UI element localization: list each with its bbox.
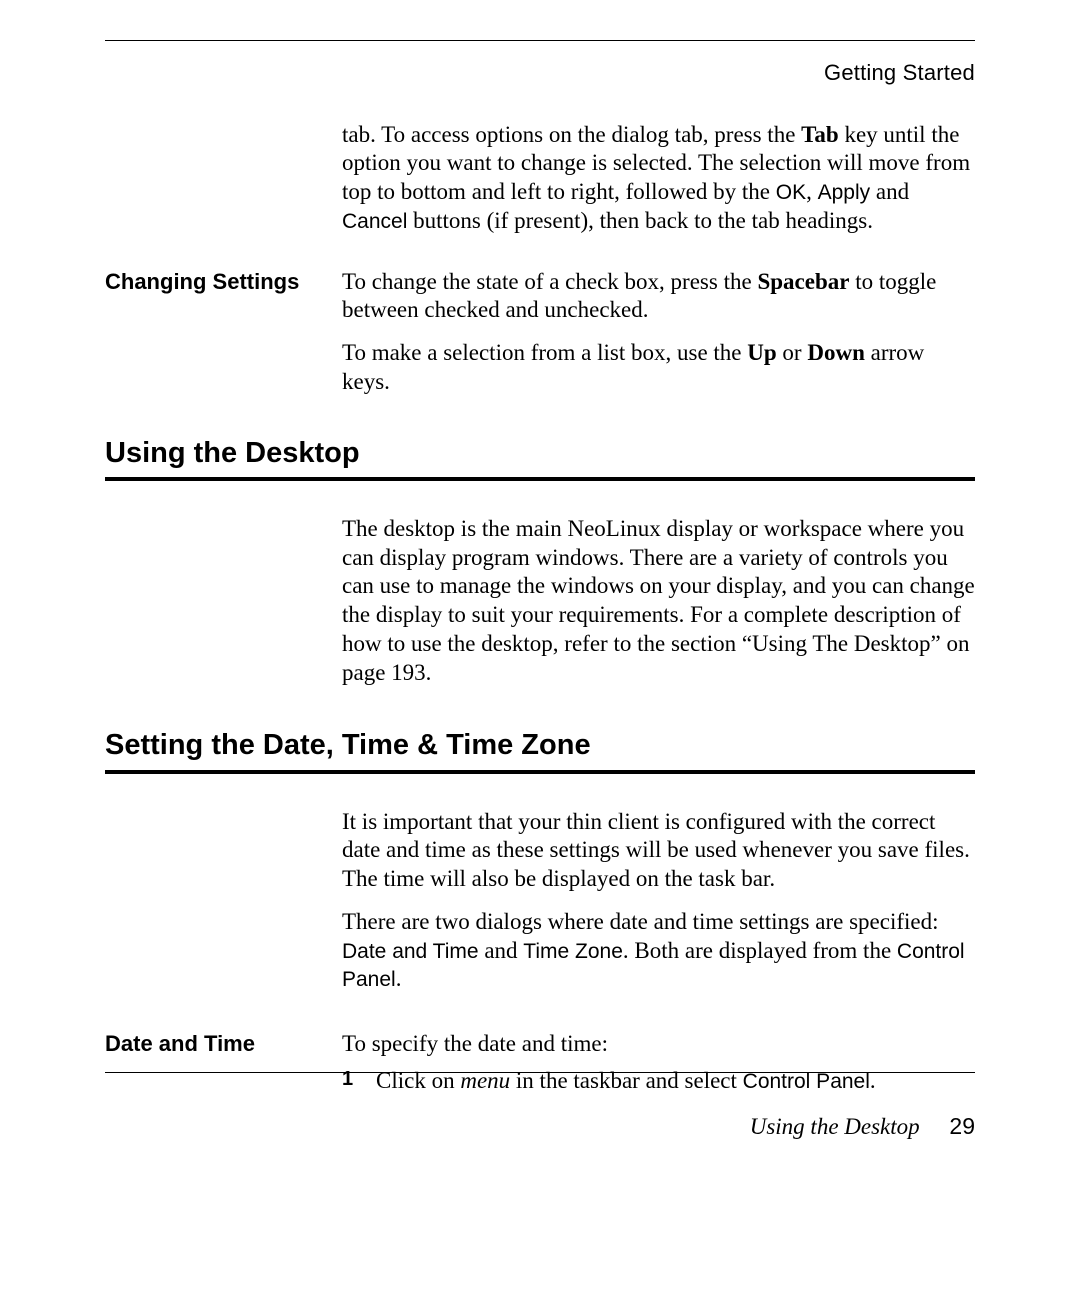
using-desktop-row: The desktop is the main NeoLinux display…	[105, 515, 975, 702]
cancel-label: Cancel	[342, 210, 407, 233]
date-time-row: Date and Time To specify the date and ti…	[105, 1030, 975, 1096]
page-footer: Using the Desktop 29	[105, 1112, 975, 1142]
date-time-body: To specify the date and time: 1 Click on…	[342, 1030, 975, 1096]
setting-dtz-heading: Setting the Date, Time & Time Zone	[105, 727, 975, 763]
apply-label: Apply	[818, 181, 871, 204]
setting-dtz-p1: It is important that your thin client is…	[342, 808, 975, 894]
running-head: Getting Started	[105, 59, 975, 87]
using-desktop-heading: Using the Desktop	[105, 435, 975, 471]
bottom-rule	[105, 1072, 975, 1073]
up-key: Up	[747, 340, 776, 365]
tab-key: Tab	[801, 122, 839, 147]
breadcrumb-text: Getting Started	[824, 60, 975, 85]
changing-settings-row: Changing Settings To change the state of…	[105, 268, 975, 411]
date-time-intro: To specify the date and time:	[342, 1030, 975, 1059]
setting-dtz-section: Setting the Date, Time & Time Zone It is…	[105, 727, 975, 1008]
changing-settings-p1: To change the state of a check box, pres…	[342, 268, 975, 326]
changing-settings-label: Changing Settings	[105, 268, 342, 296]
heading-rule-2	[105, 770, 975, 774]
using-desktop-p1: The desktop is the main NeoLinux display…	[342, 515, 975, 688]
setting-dtz-p2: There are two dialogs where date and tim…	[342, 908, 975, 994]
using-desktop-body: The desktop is the main NeoLinux display…	[342, 515, 975, 702]
changing-settings-body: To change the state of a check box, pres…	[342, 268, 975, 411]
control-panel-label-2: Control Panel	[743, 1070, 870, 1093]
heading-rule	[105, 477, 975, 481]
date-time-label: Date and Time	[105, 1030, 342, 1058]
footer-section-title: Using the Desktop	[750, 1114, 920, 1139]
top-rule	[105, 40, 975, 41]
setting-dtz-row: It is important that your thin client is…	[105, 808, 975, 1009]
using-desktop-section: Using the Desktop The desktop is the mai…	[105, 435, 975, 702]
ok-label: OK	[776, 181, 806, 204]
intro-paragraph: tab. To access options on the dialog tab…	[342, 121, 975, 236]
down-key: Down	[807, 340, 865, 365]
footer-page-number: 29	[949, 1113, 975, 1139]
manual-page: Getting Started tab. To access options o…	[0, 0, 1080, 1311]
time-zone-dialog-label: Time Zone	[523, 940, 623, 963]
changing-settings-p2: To make a selection from a list box, use…	[342, 339, 975, 397]
intro-row: tab. To access options on the dialog tab…	[105, 121, 975, 250]
spacebar-key: Spacebar	[757, 269, 849, 294]
date-time-dialog-label: Date and Time	[342, 940, 479, 963]
intro-body: tab. To access options on the dialog tab…	[342, 121, 975, 250]
setting-dtz-body: It is important that your thin client is…	[342, 808, 975, 1009]
